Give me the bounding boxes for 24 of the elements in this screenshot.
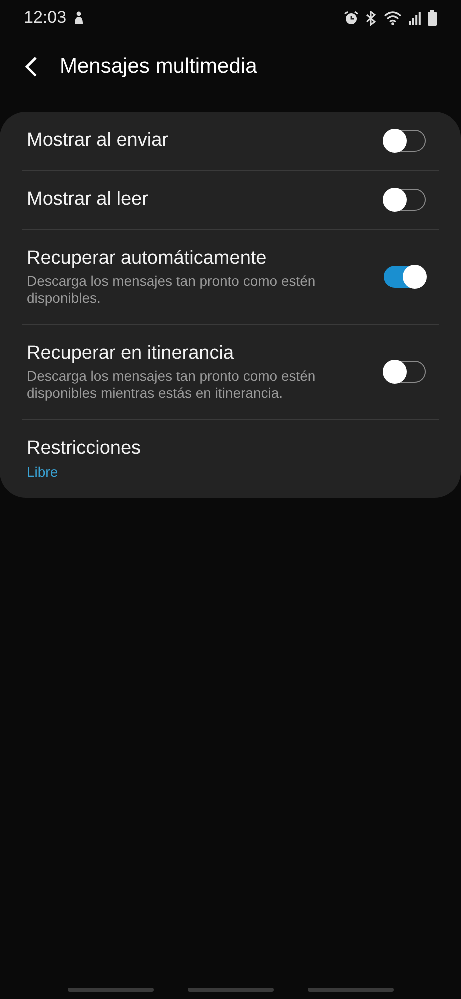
nav-handle[interactable]: [308, 988, 394, 992]
setting-description: Descarga los mensajes tan pronto como estén disponibles.: [27, 273, 317, 307]
setting-value: Libre: [27, 463, 60, 481]
setting-title: Recuperar en itinerancia: [27, 342, 236, 366]
nav-handle[interactable]: [68, 988, 154, 992]
setting-title: Recuperar automáticamente: [27, 247, 268, 271]
alarm-icon: [344, 10, 359, 26]
toggle-switch[interactable]: [384, 130, 426, 152]
wifi-icon: [384, 10, 402, 26]
setting-title: Restricciones: [27, 437, 142, 461]
battery-icon: [428, 10, 437, 26]
back-icon[interactable]: [24, 56, 38, 78]
toggle-switch[interactable]: [384, 266, 426, 288]
nav-handle[interactable]: [188, 988, 274, 992]
bluetooth-icon: [366, 10, 377, 26]
setting-title: Mostrar al enviar: [27, 129, 168, 153]
status-time: 12:03: [24, 7, 67, 30]
notification-icon: [72, 11, 85, 25]
signal-icon: [409, 11, 421, 25]
page-title: Mensajes multimedia: [60, 54, 258, 80]
setting-title: Mostrar al leer: [27, 188, 148, 212]
setting-description: Descarga los mensajes tan pronto como estén disponibles mientras estás en itinerancia.: [27, 368, 317, 402]
toggle-switch[interactable]: [384, 361, 426, 383]
toggle-switch[interactable]: [384, 189, 426, 211]
